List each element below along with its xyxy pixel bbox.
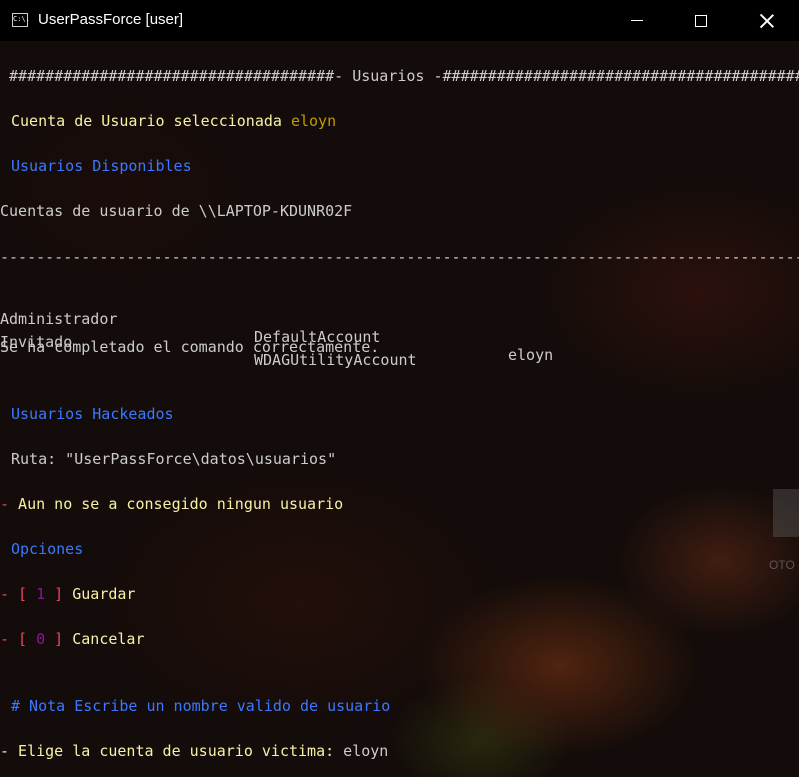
maximize-icon <box>695 14 707 27</box>
selected-account-label: Cuenta de Usuario seleccionada <box>11 112 291 130</box>
prompt-input-value[interactable]: eloyn <box>343 742 388 760</box>
header-hash-left: #################################### <box>0 67 335 85</box>
bullet-dash: - <box>0 630 10 648</box>
option-bracket: [ <box>9 585 37 603</box>
selected-account-user: eloyn <box>290 112 337 130</box>
prompt-line[interactable]: - Elige la cuenta de usuario victima: el… <box>0 742 388 760</box>
title-bar: C:\. UserPassForce [user] <box>0 0 799 41</box>
option-bracket: ] <box>45 585 64 603</box>
close-icon <box>759 13 775 29</box>
option-item[interactable]: - [ 1 ] Guardar <box>0 585 135 603</box>
selected-account-line: Cuenta de Usuario seleccionada eloyn <box>11 112 336 130</box>
option-label: Guardar <box>63 585 136 603</box>
header-hash-right: ########################################… <box>442 67 799 85</box>
note-line: # Nota Escribe un nombre valido de usuar… <box>11 697 391 715</box>
separator-line: ----------------------------------------… <box>0 248 799 266</box>
minimize-icon <box>631 20 643 21</box>
option-bracket: [ <box>9 630 37 648</box>
bullet-dash: - <box>0 585 10 603</box>
option-key: 1 <box>36 585 46 603</box>
header-label: - Usuarios - <box>334 67 443 85</box>
hacked-users-heading: Usuarios Hackeados <box>11 405 174 423</box>
option-key: 0 <box>36 630 46 648</box>
available-users-heading: Usuarios Disponibles <box>11 157 192 175</box>
maximize-button[interactable] <box>678 0 724 41</box>
user-cell: eloyn <box>508 346 554 364</box>
option-item[interactable]: - [ 0 ] Cancelar <box>0 630 145 648</box>
background-widget-label: OTO <box>769 558 795 572</box>
minimize-button[interactable] <box>614 0 660 41</box>
console-output[interactable]: ####################################- Us… <box>0 41 799 777</box>
options-heading: Opciones <box>11 540 84 558</box>
no-user-line: - Aun no se a consegido ningun usuario <box>0 495 343 513</box>
console-icon[interactable]: C:\. <box>12 13 30 27</box>
close-button[interactable] <box>744 0 790 41</box>
section-header: ####################################- Us… <box>0 67 799 85</box>
bullet-dash: - <box>0 495 10 513</box>
command-status: Se ha completado el comando correctament… <box>0 338 380 356</box>
no-user-text: Aun no se a consegido ningun usuario <box>9 495 344 513</box>
window-title: UserPassForce [user] <box>38 11 184 28</box>
prompt-text: - Elige la cuenta de usuario victima: <box>0 742 344 760</box>
route-line: Ruta: "UserPassForce\datos\usuarios" <box>11 450 337 468</box>
background-widget <box>773 489 799 537</box>
option-bracket: ] <box>45 630 64 648</box>
option-label: Cancelar <box>63 630 145 648</box>
accounts-line: Cuentas de usuario de \\LAPTOP-KDUNR02F <box>0 202 353 220</box>
